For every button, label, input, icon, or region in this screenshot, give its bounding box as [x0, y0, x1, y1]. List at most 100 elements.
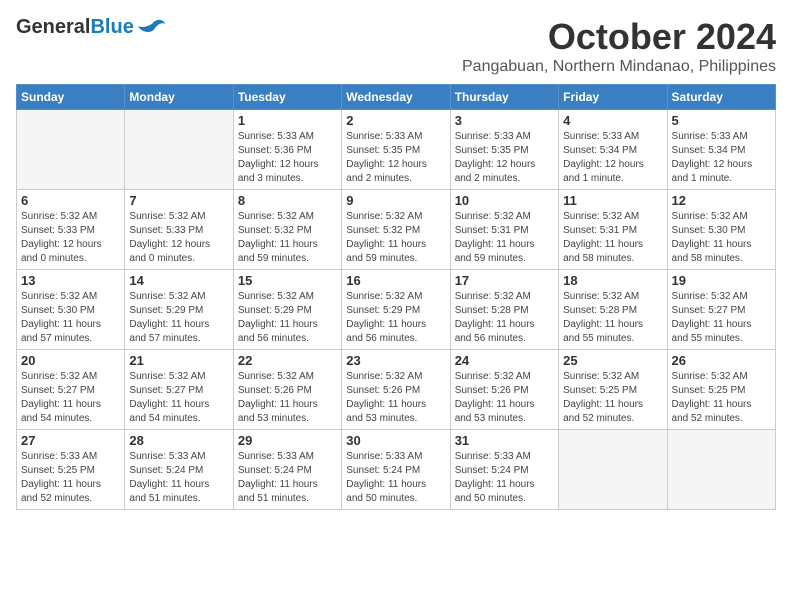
day-number: 2	[346, 113, 445, 128]
day-number: 28	[129, 433, 228, 448]
day-number: 17	[455, 273, 554, 288]
day-cell: 10 Sunrise: 5:32 AM Sunset: 5:31 PM Dayli…	[450, 190, 558, 270]
day-number: 21	[129, 353, 228, 368]
location-subtitle: Pangabuan, Northern Mindanao, Philippine…	[462, 58, 776, 76]
day-cell: 30Sunrise: 5:33 AM Sunset: 5:24 PM Dayli…	[342, 430, 450, 510]
month-title: October 2024	[462, 16, 776, 58]
week-row-1: 1 Sunrise: 5:33 AM Sunset: 5:36 PM Daylig…	[17, 110, 776, 190]
day-info: Sunrise: 5:32 AM Sunset: 5:26 PM Dayligh…	[455, 370, 554, 426]
day-info: Sunrise: 5:33 AM Sunset: 5:24 PM Dayligh…	[129, 450, 228, 506]
day-info: Sunrise: 5:32 AM Sunset: 5:27 PM Dayligh…	[672, 290, 771, 346]
day-cell: 25Sunrise: 5:32 AM Sunset: 5:25 PM Dayli…	[559, 350, 667, 430]
day-cell: 5 Sunrise: 5:33 AM Sunset: 5:34 PM Daylig…	[667, 110, 775, 190]
day-number: 24	[455, 353, 554, 368]
day-number: 9	[346, 193, 445, 208]
day-number: 8	[238, 193, 337, 208]
day-info: Sunrise: 5:33 AM Sunset: 5:35 PM Dayligh…	[346, 130, 445, 186]
page-header: GeneralBlue October 2024 Pangabuan, Nort…	[16, 16, 776, 76]
day-cell: 17 Sunrise: 5:32 AM Sunset: 5:28 PM Dayli…	[450, 270, 558, 350]
week-row-3: 13 Sunrise: 5:32 AM Sunset: 5:30 PM Dayli…	[17, 270, 776, 350]
col-header-thursday: Thursday	[450, 85, 558, 110]
day-cell	[17, 110, 125, 190]
day-number: 15	[238, 273, 337, 288]
day-cell: 9 Sunrise: 5:32 AM Sunset: 5:32 PM Daylig…	[342, 190, 450, 270]
day-number: 16	[346, 273, 445, 288]
day-info: Sunrise: 5:33 AM Sunset: 5:25 PM Dayligh…	[21, 450, 120, 506]
day-info: Sunrise: 5:32 AM Sunset: 5:25 PM Dayligh…	[672, 370, 771, 426]
day-info: Sunrise: 5:33 AM Sunset: 5:24 PM Dayligh…	[238, 450, 337, 506]
day-info: Sunrise: 5:32 AM Sunset: 5:29 PM Dayligh…	[238, 290, 337, 346]
day-cell: 14Sunrise: 5:32 AM Sunset: 5:29 PM Dayli…	[125, 270, 233, 350]
day-cell: 3 Sunrise: 5:33 AM Sunset: 5:35 PM Daylig…	[450, 110, 558, 190]
day-info: Sunrise: 5:32 AM Sunset: 5:32 PM Dayligh…	[238, 210, 337, 266]
day-cell: 31 Sunrise: 5:33 AM Sunset: 5:24 PM Dayli…	[450, 430, 558, 510]
day-number: 20	[21, 353, 120, 368]
day-number: 22	[238, 353, 337, 368]
day-info: Sunrise: 5:32 AM Sunset: 5:28 PM Dayligh…	[455, 290, 554, 346]
day-info: Sunrise: 5:32 AM Sunset: 5:27 PM Dayligh…	[21, 370, 120, 426]
day-number: 10	[455, 193, 554, 208]
logo-bird-icon	[138, 16, 166, 38]
day-cell: 11Sunrise: 5:32 AM Sunset: 5:31 PM Dayli…	[559, 190, 667, 270]
day-info: Sunrise: 5:32 AM Sunset: 5:27 PM Dayligh…	[129, 370, 228, 426]
day-number: 26	[672, 353, 771, 368]
day-number: 31	[455, 433, 554, 448]
day-cell: 18Sunrise: 5:32 AM Sunset: 5:28 PM Dayli…	[559, 270, 667, 350]
day-info: Sunrise: 5:33 AM Sunset: 5:34 PM Dayligh…	[672, 130, 771, 186]
day-cell: 24 Sunrise: 5:32 AM Sunset: 5:26 PM Dayli…	[450, 350, 558, 430]
day-cell: 27 Sunrise: 5:33 AM Sunset: 5:25 PM Dayli…	[17, 430, 125, 510]
day-number: 5	[672, 113, 771, 128]
day-info: Sunrise: 5:33 AM Sunset: 5:35 PM Dayligh…	[455, 130, 554, 186]
day-number: 4	[563, 113, 662, 128]
day-cell	[125, 110, 233, 190]
day-info: Sunrise: 5:32 AM Sunset: 5:29 PM Dayligh…	[346, 290, 445, 346]
day-cell: 6 Sunrise: 5:32 AM Sunset: 5:33 PM Daylig…	[17, 190, 125, 270]
col-header-sunday: Sunday	[17, 85, 125, 110]
day-number: 7	[129, 193, 228, 208]
logo: GeneralBlue	[16, 16, 166, 38]
col-header-monday: Monday	[125, 85, 233, 110]
day-cell: 22 Sunrise: 5:32 AM Sunset: 5:26 PM Dayli…	[233, 350, 341, 430]
day-info: Sunrise: 5:32 AM Sunset: 5:30 PM Dayligh…	[21, 290, 120, 346]
day-cell: 29 Sunrise: 5:33 AM Sunset: 5:24 PM Dayli…	[233, 430, 341, 510]
week-row-5: 27 Sunrise: 5:33 AM Sunset: 5:25 PM Dayli…	[17, 430, 776, 510]
day-info: Sunrise: 5:33 AM Sunset: 5:34 PM Dayligh…	[563, 130, 662, 186]
day-info: Sunrise: 5:32 AM Sunset: 5:32 PM Dayligh…	[346, 210, 445, 266]
day-info: Sunrise: 5:32 AM Sunset: 5:31 PM Dayligh…	[455, 210, 554, 266]
day-cell: 7 Sunrise: 5:32 AM Sunset: 5:33 PM Daylig…	[125, 190, 233, 270]
day-cell: 16 Sunrise: 5:32 AM Sunset: 5:29 PM Dayli…	[342, 270, 450, 350]
day-number: 12	[672, 193, 771, 208]
week-row-4: 20 Sunrise: 5:32 AM Sunset: 5:27 PM Dayli…	[17, 350, 776, 430]
day-info: Sunrise: 5:32 AM Sunset: 5:33 PM Dayligh…	[21, 210, 120, 266]
day-number: 23	[346, 353, 445, 368]
day-cell	[559, 430, 667, 510]
logo-blue: Blue	[90, 16, 133, 38]
day-info: Sunrise: 5:32 AM Sunset: 5:33 PM Dayligh…	[129, 210, 228, 266]
day-cell: 2 Sunrise: 5:33 AM Sunset: 5:35 PM Daylig…	[342, 110, 450, 190]
day-cell: 23Sunrise: 5:32 AM Sunset: 5:26 PM Dayli…	[342, 350, 450, 430]
day-number: 19	[672, 273, 771, 288]
day-number: 6	[21, 193, 120, 208]
day-number: 13	[21, 273, 120, 288]
day-number: 29	[238, 433, 337, 448]
day-number: 3	[455, 113, 554, 128]
logo-general: General	[16, 16, 90, 38]
day-cell: 15 Sunrise: 5:32 AM Sunset: 5:29 PM Dayli…	[233, 270, 341, 350]
day-info: Sunrise: 5:32 AM Sunset: 5:30 PM Dayligh…	[672, 210, 771, 266]
day-info: Sunrise: 5:32 AM Sunset: 5:26 PM Dayligh…	[238, 370, 337, 426]
col-header-tuesday: Tuesday	[233, 85, 341, 110]
day-info: Sunrise: 5:33 AM Sunset: 5:36 PM Dayligh…	[238, 130, 337, 186]
day-number: 27	[21, 433, 120, 448]
title-block: October 2024 Pangabuan, Northern Mindana…	[462, 16, 776, 76]
col-header-saturday: Saturday	[667, 85, 775, 110]
day-number: 14	[129, 273, 228, 288]
day-cell: 1 Sunrise: 5:33 AM Sunset: 5:36 PM Daylig…	[233, 110, 341, 190]
day-number: 1	[238, 113, 337, 128]
day-cell: 20 Sunrise: 5:32 AM Sunset: 5:27 PM Dayli…	[17, 350, 125, 430]
col-header-wednesday: Wednesday	[342, 85, 450, 110]
day-cell: 12 Sunrise: 5:32 AM Sunset: 5:30 PM Dayli…	[667, 190, 775, 270]
day-info: Sunrise: 5:32 AM Sunset: 5:31 PM Dayligh…	[563, 210, 662, 266]
day-cell	[667, 430, 775, 510]
day-info: Sunrise: 5:33 AM Sunset: 5:24 PM Dayligh…	[346, 450, 445, 506]
day-info: Sunrise: 5:33 AM Sunset: 5:24 PM Dayligh…	[455, 450, 554, 506]
